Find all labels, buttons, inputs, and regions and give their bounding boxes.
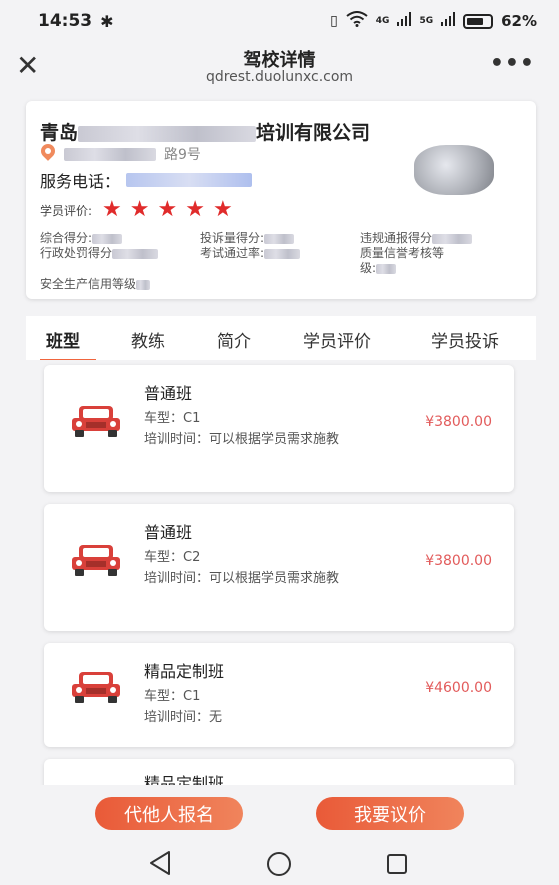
stat-complaint-score: 投诉量得分: — [200, 231, 295, 245]
phone-label: 服务电话： — [40, 172, 121, 191]
signal-4g-label: 4G — [375, 16, 390, 26]
bottom-action-bar: 代他人报名 我要议价 — [0, 785, 559, 840]
tab-coaches[interactable]: 教练 — [131, 327, 165, 352]
status-time: 14:53 — [38, 11, 93, 31]
course-list: 普通班 车型：C1 培训时间：可以根据学员需求施教 ¥3800.00 普通班 车… — [26, 360, 536, 785]
course-card[interactable]: 普通班 车型：C1 培训时间：可以根据学员需求施教 ¥3800.00 — [44, 365, 514, 492]
stat-violation-score: 违规通报得分 — [360, 231, 473, 245]
rating-label: 学员评价: — [40, 203, 93, 218]
stat-total-score: 综合得分: — [40, 231, 123, 245]
back-icon[interactable] — [148, 850, 172, 876]
star-icon: ★ — [129, 197, 150, 222]
tab-student-complaints[interactable]: 学员投诉 — [431, 327, 499, 352]
phone-number-link[interactable] — [126, 173, 253, 187]
stat-quality-rating-2: 级: — [360, 261, 397, 275]
battery-icon — [463, 13, 494, 29]
school-address: 路9号 — [38, 141, 201, 164]
course-card[interactable]: 精品定制班 — [44, 759, 514, 785]
signal-5g-icon — [441, 12, 456, 30]
redacted-text — [64, 147, 156, 161]
course-price: ¥4600.00 — [425, 680, 492, 696]
course-training-time: 培训时间：可以根据学员需求施教 — [144, 432, 340, 447]
register-for-others-button[interactable]: 代他人报名 — [95, 797, 243, 830]
star-icon: ★ — [185, 197, 205, 222]
page-url: qdrest.duolunxc.com — [205, 69, 354, 85]
bluetooth-icon: ✱ — [100, 11, 114, 31]
battery-percent: 62% — [501, 12, 537, 30]
school-name-prefix: 青岛 — [40, 122, 79, 144]
system-navigation-bar — [0, 840, 559, 885]
course-card[interactable]: 普通班 车型：C2 培训时间：可以根据学员需求施教 ¥3800.00 — [44, 504, 514, 631]
status-left: 14:53 ✱ — [38, 11, 114, 31]
recent-apps-icon[interactable] — [387, 854, 407, 874]
course-training-time: 培训时间：可以根据学员需求施教 — [144, 571, 340, 586]
school-avatar — [414, 145, 494, 195]
wifi-icon — [346, 11, 368, 31]
course-price: ¥3800.00 — [425, 553, 492, 569]
tab-class-type[interactable]: 班型 — [46, 327, 80, 352]
status-bar: 14:53 ✱ ▯ 4G 5G 62% — [0, 0, 559, 42]
home-icon[interactable] — [267, 852, 291, 876]
car-icon — [72, 672, 120, 703]
signal-5g-label: 5G — [419, 16, 434, 26]
course-name: 普通班 — [144, 523, 193, 542]
star-icon: ★ — [212, 197, 233, 222]
location-pin-icon — [38, 141, 58, 164]
course-training-time: 培训时间：无 — [144, 710, 223, 725]
stat-pass-rate: 考试通过率: — [200, 246, 301, 260]
course-name: 精品定制班 — [144, 774, 225, 785]
school-name-suffix: 培训有限公司 — [256, 122, 371, 144]
negotiate-price-button[interactable]: 我要议价 — [316, 797, 464, 830]
tab-bar: 班型 教练 简介 学员评价 学员投诉 — [26, 316, 536, 361]
redacted-text — [78, 125, 257, 142]
school-name: 青岛 培训有限公司 — [40, 118, 370, 145]
course-name: 普通班 — [144, 384, 193, 403]
address-suffix: 路9号 — [164, 147, 201, 163]
stat-quality-rating: 质量信誉考核等 — [360, 246, 445, 260]
rating-stars: ★ ★ ★ ★ ★ — [102, 199, 233, 221]
car-icon — [72, 406, 120, 437]
school-info-card: 青岛 培训有限公司 路9号 服务电话： 学员评价: ★ ★ ★ ★ ★ 综合得分:… — [26, 101, 536, 299]
course-price: ¥3800.00 — [425, 414, 492, 430]
more-icon[interactable]: ••• — [490, 51, 535, 76]
star-icon: ★ — [157, 197, 178, 222]
vibrate-icon: ▯ — [330, 13, 338, 29]
course-car-type: 车型：C2 — [144, 550, 201, 565]
car-icon — [72, 545, 120, 576]
tab-intro[interactable]: 简介 — [217, 327, 251, 352]
course-card[interactable]: 精品定制班 车型：C1 培训时间：无 ¥4600.00 — [44, 643, 514, 747]
course-car-type: 车型：C1 — [144, 689, 201, 704]
status-right: ▯ 4G 5G 62% — [330, 11, 537, 31]
student-rating: 学员评价: ★ ★ ★ ★ ★ — [40, 199, 233, 221]
stat-safety-rating: 安全生产信用等级 — [40, 277, 151, 291]
navigation-bar: ✕ 驾校详情 qdrest.duolunxc.com ••• — [0, 42, 559, 92]
course-name: 精品定制班 — [144, 662, 225, 681]
stat-admin-penalty: 行政处罚得分 — [40, 246, 159, 260]
course-car-type: 车型：C1 — [144, 411, 201, 426]
service-phone: 服务电话： — [40, 168, 253, 192]
signal-4g-icon — [397, 12, 412, 30]
star-icon: ★ — [102, 197, 122, 222]
tab-student-reviews[interactable]: 学员评价 — [303, 327, 371, 352]
